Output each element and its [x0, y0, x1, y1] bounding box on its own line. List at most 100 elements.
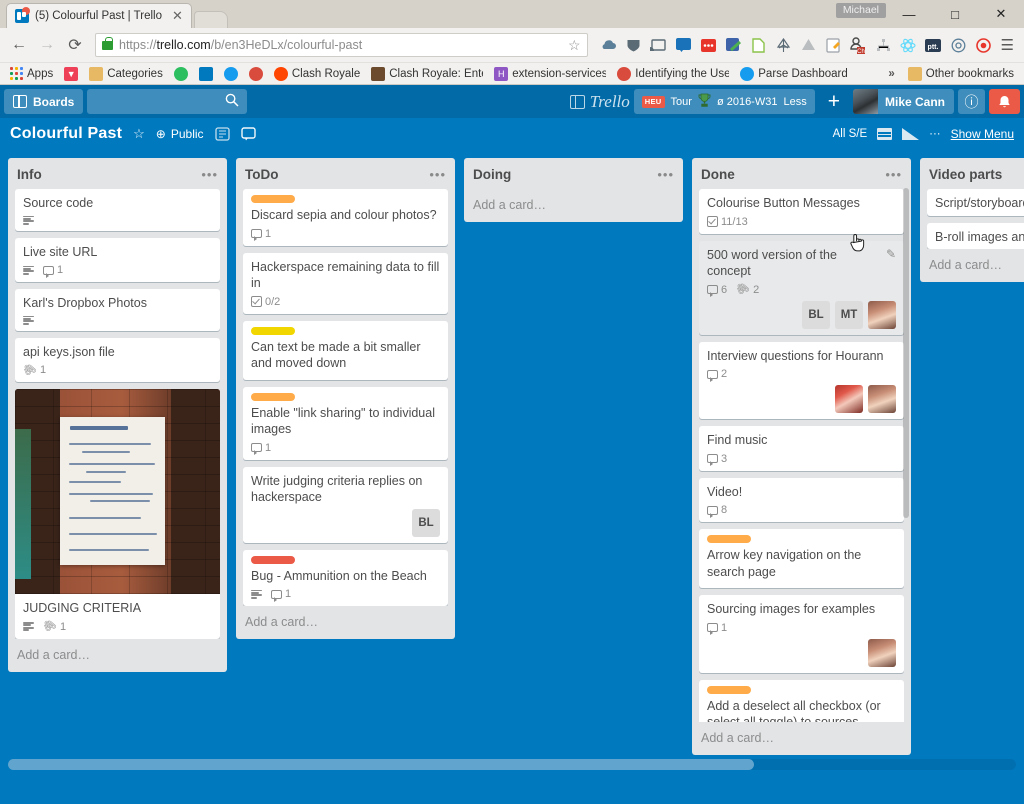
window-minimize-button[interactable]: — [886, 0, 932, 28]
card[interactable]: Video! 8 [699, 478, 904, 523]
search-input[interactable] [87, 89, 247, 114]
card[interactable]: Source code [15, 189, 220, 231]
card-label[interactable] [251, 393, 295, 401]
bookmark-star-icon[interactable]: ☆ [568, 37, 581, 54]
address-bar[interactable]: https://trello.com/b/en3HeDLx/colourful-… [95, 33, 588, 57]
card[interactable]: Write judging criteria replies on hacker… [243, 467, 448, 543]
bookmark-identifying-the-user[interactable]: Identifying the User - [613, 66, 733, 82]
bookmark-trello[interactable] [195, 66, 217, 82]
tour-less[interactable]: Less [783, 96, 806, 108]
star-icon[interactable]: ☆ [133, 126, 145, 142]
card-label[interactable] [707, 535, 751, 543]
more-icon[interactable]: ··· [929, 128, 941, 140]
bookmark-clash-royale[interactable]: Clash Royale [270, 66, 364, 82]
pencil-icon[interactable]: ✎ [886, 247, 896, 261]
user-menu[interactable]: Mike Cann [853, 89, 954, 114]
list-menu-icon[interactable]: ••• [201, 172, 218, 178]
info-icon[interactable]: ⓘ [958, 89, 985, 114]
list-scrollbar[interactable] [903, 188, 909, 518]
bookmark-apps[interactable]: Apps [6, 66, 57, 81]
chart-icon[interactable] [902, 128, 919, 140]
scrollbar-thumb[interactable] [8, 759, 754, 770]
card[interactable]: Sourcing images for examples 1 [699, 595, 904, 673]
bookmark-extension-services[interactable]: H extension-services · R [490, 66, 610, 82]
dots-icon[interactable] [699, 36, 718, 55]
ptt-icon[interactable]: ptt. [924, 36, 943, 55]
member-avatar[interactable]: MT [835, 301, 863, 329]
forward-button[interactable]: → [34, 32, 60, 58]
bookmark-parse[interactable] [220, 66, 242, 82]
add-card-button[interactable]: Add a card… [692, 722, 911, 755]
cast-icon[interactable] [649, 36, 668, 55]
notifications-icon[interactable] [989, 89, 1020, 114]
drive-icon[interactable] [799, 36, 818, 55]
card[interactable]: B-roll images and [927, 223, 1024, 250]
person-ch-icon[interactable]: Ch [849, 36, 868, 55]
card[interactable]: Enable "link sharing" to individual imag… [243, 387, 448, 460]
bookmark-categories[interactable]: Categories [85, 66, 167, 82]
tour-widget[interactable]: HEU Tour ø 2016-W31 Less [634, 89, 815, 114]
add-card-button[interactable]: Add a card… [464, 189, 683, 222]
book-icon[interactable] [674, 36, 693, 55]
show-menu-link[interactable]: Show Menu [951, 127, 1014, 141]
bookmark-parse-dashboard[interactable]: Parse Dashboard [736, 66, 852, 82]
card[interactable]: Discard sepia and colour photos? 1 [243, 189, 448, 246]
list-cards[interactable]: Colourise Button Messages 11/13 500 word… [692, 189, 911, 722]
react-icon[interactable] [899, 36, 918, 55]
card[interactable]: Can text be made a bit smaller and moved… [243, 321, 448, 380]
checkmark-box-icon[interactable] [724, 36, 743, 55]
trello-logo[interactable]: Trello [570, 92, 630, 112]
card-label[interactable] [251, 195, 295, 203]
list-menu-icon[interactable]: ••• [429, 172, 446, 178]
card-label[interactable] [707, 686, 751, 694]
add-card-button[interactable]: Add a card… [236, 606, 455, 639]
boards-button[interactable]: Boards [4, 89, 83, 114]
other-bookmarks-folder[interactable]: Other bookmarks [904, 66, 1018, 82]
notepad-icon[interactable] [824, 36, 843, 55]
bookmarks-overflow-icon[interactable]: » [882, 68, 900, 80]
bookmark-clash-royale-enter[interactable]: Clash Royale: Enter th [367, 66, 487, 82]
list-menu-icon[interactable]: ••• [657, 172, 674, 178]
browser-tab-close-icon[interactable]: ✕ [168, 8, 183, 24]
bookmark-pocket[interactable]: ▼ [60, 66, 82, 82]
calendar-icon[interactable] [877, 128, 892, 140]
back-button[interactable]: ← [6, 32, 32, 58]
shield-icon[interactable] [624, 36, 643, 55]
card[interactable]: Interview questions for Hourann 2 [699, 342, 904, 420]
member-avatar[interactable]: BL [802, 301, 830, 329]
card[interactable]: JUDGING CRITERIA 🖇1 [15, 389, 220, 639]
card[interactable]: Hackerspace remaining data to fill in 0/… [243, 253, 448, 314]
reload-button[interactable]: ⟳ [62, 32, 88, 58]
window-user-label[interactable]: Michael [836, 3, 886, 18]
window-close-button[interactable]: ✕ [978, 0, 1024, 28]
tree-icon[interactable] [774, 36, 793, 55]
card-label[interactable] [251, 327, 295, 335]
browser-tab-active[interactable]: (5) Colourful Past | Trello ✕ [6, 3, 192, 28]
browser-menu-icon[interactable]: ☰ [995, 36, 1018, 54]
cloud-icon[interactable] [599, 36, 618, 55]
member-avatar-photo[interactable] [868, 639, 896, 667]
filter-label[interactable]: All S/E [833, 128, 868, 140]
new-tab-button[interactable] [194, 11, 228, 28]
powerup-icon[interactable] [215, 127, 230, 141]
card[interactable]: Arrow key navigation on the search page [699, 529, 904, 588]
card[interactable]: Find music 3 [699, 426, 904, 471]
card[interactable]: Bug - Ammunition on the Beach 1 [243, 550, 448, 607]
card[interactable]: Colourise Button Messages 11/13 [699, 189, 904, 234]
record-icon[interactable] [974, 36, 993, 55]
card[interactable]: Live site URL 1 [15, 238, 220, 283]
comment-icon[interactable] [241, 127, 256, 141]
window-maximize-button[interactable]: □ [932, 0, 978, 28]
bookmark-evernote[interactable] [170, 66, 192, 82]
card[interactable]: Script/storyboard [927, 189, 1024, 216]
bookmark-chrome[interactable] [245, 66, 267, 82]
member-avatar-photo[interactable] [835, 385, 863, 413]
page-icon[interactable] [749, 36, 768, 55]
card[interactable]: 500 word version of the concept ✎ 6 🖇2 B… [699, 241, 904, 335]
member-avatar-photo[interactable] [868, 385, 896, 413]
card-label[interactable] [251, 556, 295, 564]
sitemap-icon[interactable] [874, 36, 893, 55]
board-horizontal-scrollbar[interactable] [8, 759, 1016, 770]
board-visibility[interactable]: ⊕ Public [156, 127, 204, 141]
member-avatar-photo[interactable] [868, 301, 896, 329]
